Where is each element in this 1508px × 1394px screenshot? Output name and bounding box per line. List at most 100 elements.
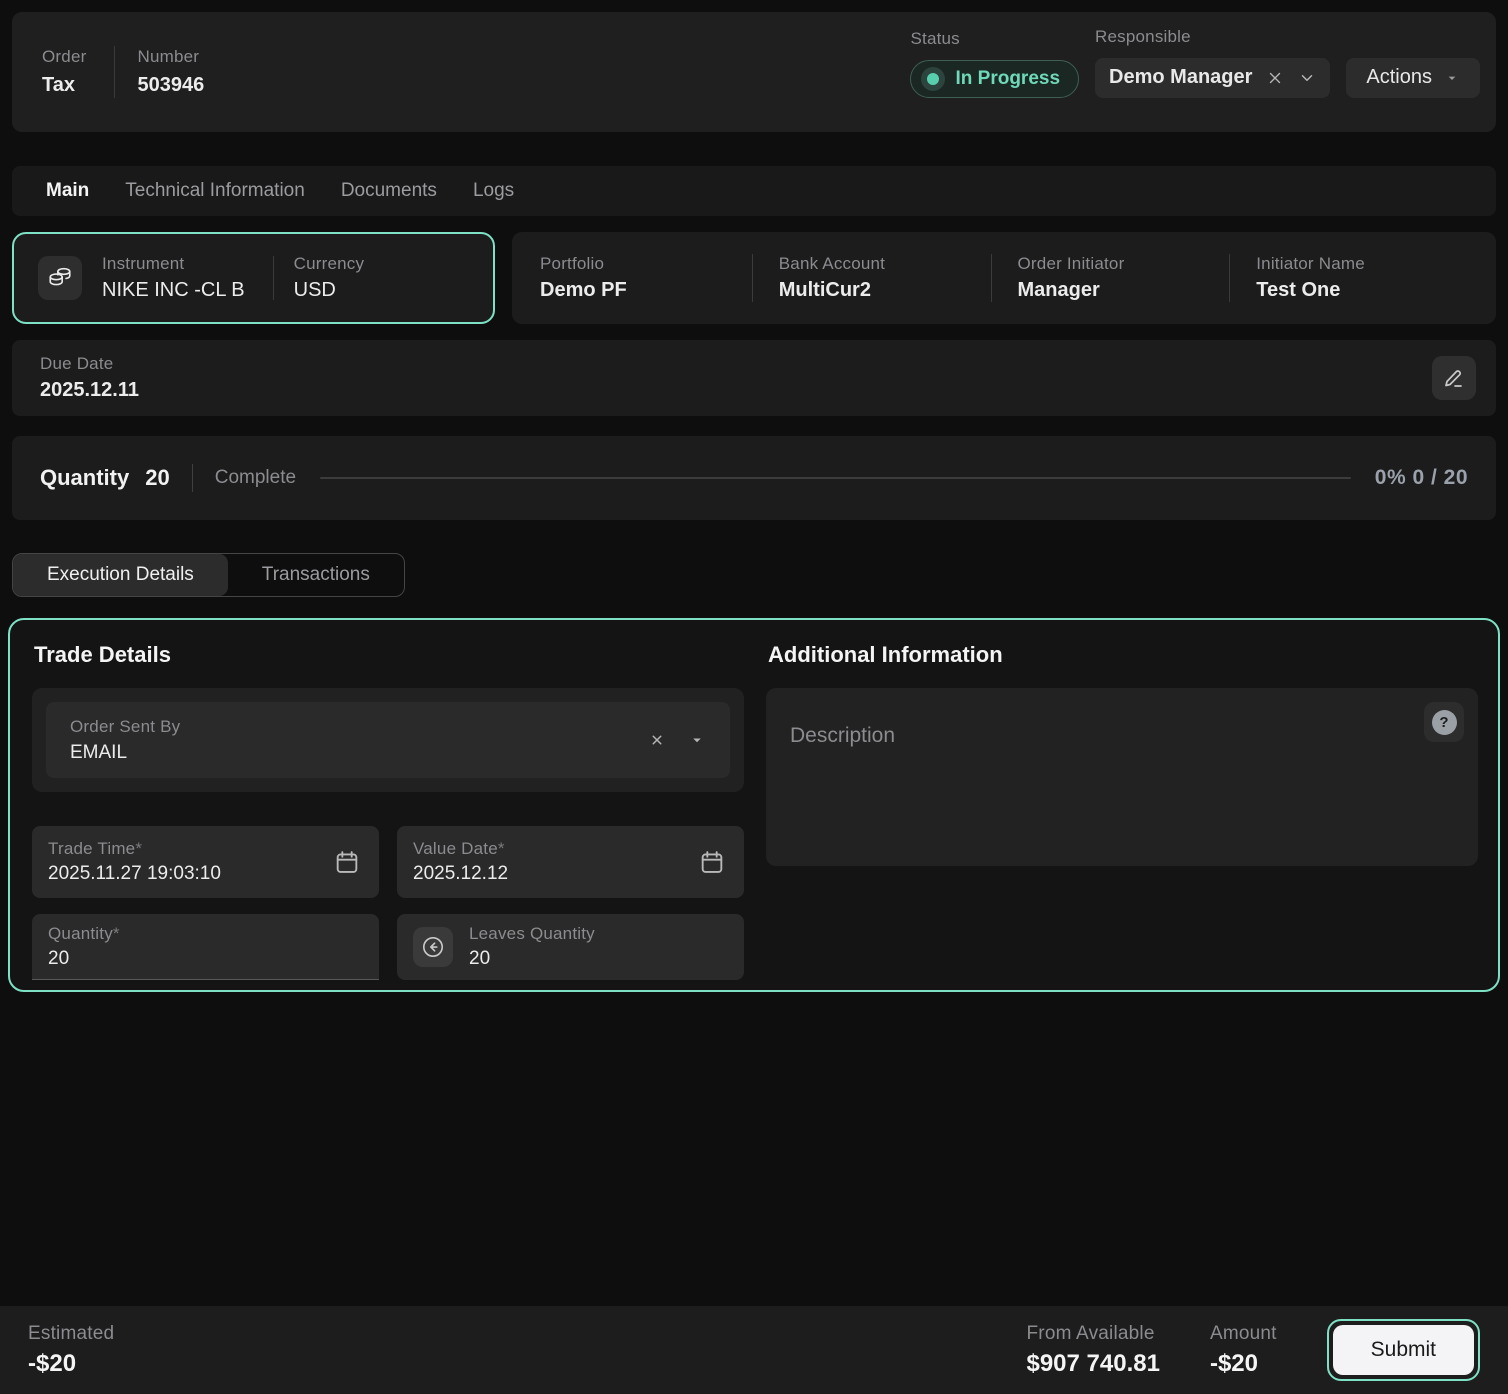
- due-date-value: 2025.12.11: [40, 379, 139, 402]
- quantity-input-field[interactable]: Quantity* 20: [32, 914, 379, 980]
- tab-logs[interactable]: Logs: [473, 180, 514, 202]
- bank-account-value: MultiCur2: [779, 279, 991, 302]
- subtab-execution-details[interactable]: Execution Details: [13, 554, 228, 596]
- responsible-value: Demo Manager: [1109, 66, 1252, 89]
- caret-down-icon[interactable]: [688, 731, 706, 749]
- currency-field: Currency USD: [294, 254, 365, 302]
- quantity-input-value: 20: [48, 948, 120, 970]
- additional-information-panel: Additional Information ?: [766, 632, 1478, 980]
- edit-due-date-button[interactable]: [1432, 356, 1476, 400]
- instrument-value: NIKE INC -CL B: [102, 279, 245, 302]
- status-dot-icon: [921, 67, 945, 91]
- order-header: Order Tax Number 503946 Status In Progre…: [12, 12, 1496, 132]
- arrow-left-circle-icon: [420, 934, 446, 960]
- calendar-icon[interactable]: [333, 848, 361, 876]
- status-badge: In Progress: [910, 60, 1079, 98]
- required-mark: *: [113, 924, 120, 943]
- responsible-group: Responsible Demo Manager: [1095, 27, 1330, 98]
- header-controls: Status In Progress Responsible Demo Mana…: [910, 27, 1480, 118]
- actions-label: Actions: [1366, 66, 1432, 89]
- from-available-field: From Available $907 740.81: [1026, 1323, 1159, 1378]
- chevron-down-icon[interactable]: [1298, 69, 1316, 87]
- order-number-group: Number 503946: [137, 47, 204, 97]
- progress-text: 0% 0 / 20: [1375, 466, 1468, 490]
- trade-fields-grid: Trade Time* 2025.11.27 19:03:10 Value Da…: [32, 826, 744, 980]
- order-initiator-field: Order Initiator Manager: [991, 254, 1230, 302]
- tab-documents[interactable]: Documents: [341, 180, 437, 202]
- subtab-transactions[interactable]: Transactions: [228, 554, 404, 596]
- clear-icon[interactable]: [648, 731, 666, 749]
- submit-button[interactable]: Submit: [1333, 1325, 1474, 1375]
- trade-details-title: Trade Details: [34, 642, 744, 668]
- pencil-icon: [1442, 366, 1466, 390]
- instrument-divider: [273, 256, 274, 300]
- quantity-progress-row: Quantity 20 Complete 0% 0 / 20: [12, 436, 1496, 520]
- instrument-card[interactable]: Instrument NIKE INC -CL B Currency USD: [12, 232, 495, 324]
- order-sent-by-label: Order Sent By: [70, 717, 180, 737]
- quantity-number: 20: [145, 465, 169, 491]
- required-mark: *: [498, 839, 505, 858]
- estimated-field: Estimated -$20: [28, 1323, 114, 1378]
- footer-right: From Available $907 740.81 Amount -$20 S…: [1026, 1319, 1480, 1381]
- order-sent-by-select[interactable]: Order Sent By EMAIL: [46, 702, 730, 778]
- instrument-field: Instrument NIKE INC -CL B: [102, 254, 245, 302]
- currency-value: USD: [294, 279, 365, 302]
- trade-details-panel: Trade Details Order Sent By EMAIL Trade …: [32, 632, 744, 980]
- description-input[interactable]: [766, 688, 1478, 866]
- trade-time-label: Trade Time: [48, 839, 135, 858]
- order-sent-by-group: Order Sent By EMAIL: [32, 688, 744, 792]
- main-tabbar: Main Technical Information Documents Log…: [12, 166, 1496, 216]
- currency-label: Currency: [294, 254, 365, 274]
- due-date-row: Due Date 2025.12.11: [12, 340, 1496, 416]
- number-value: 503946: [137, 74, 204, 97]
- question-icon: ?: [1432, 710, 1457, 735]
- initiator-name-value: Test One: [1256, 279, 1468, 302]
- trade-time-value: 2025.11.27 19:03:10: [48, 863, 221, 885]
- from-available-label: From Available: [1026, 1323, 1159, 1345]
- value-date-label: Value Date: [413, 839, 498, 858]
- portfolio-label: Portfolio: [540, 254, 752, 274]
- quantity-title: Quantity: [40, 465, 129, 491]
- submit-focus-ring: Submit: [1327, 1319, 1480, 1381]
- portfolio-field: Portfolio Demo PF: [540, 254, 752, 302]
- description-box: ?: [766, 688, 1478, 866]
- leaves-quantity-label: Leaves Quantity: [469, 924, 595, 944]
- order-info-card: Portfolio Demo PF Bank Account MultiCur2…: [512, 232, 1496, 324]
- help-button[interactable]: ?: [1424, 702, 1464, 742]
- bank-account-field: Bank Account MultiCur2: [752, 254, 991, 302]
- tab-technical-information[interactable]: Technical Information: [125, 180, 305, 202]
- order-label: Order: [42, 47, 86, 67]
- amount-value: -$20: [1210, 1350, 1277, 1378]
- required-mark: *: [135, 839, 142, 858]
- detail-subtabs: Execution Details Transactions: [12, 553, 405, 597]
- bank-account-label: Bank Account: [779, 254, 991, 274]
- responsible-label: Responsible: [1095, 27, 1330, 47]
- coins-icon: [38, 256, 82, 300]
- actions-button[interactable]: Actions: [1346, 58, 1480, 98]
- copy-leaves-quantity-button[interactable]: [413, 927, 453, 967]
- quantity-input-label: Quantity: [48, 924, 113, 943]
- due-date-label: Due Date: [40, 354, 139, 374]
- due-date-field: Due Date 2025.12.11: [40, 354, 139, 402]
- status-text: In Progress: [955, 68, 1060, 90]
- order-sent-by-value: EMAIL: [70, 742, 180, 764]
- header-divider: [114, 46, 115, 98]
- estimated-value: -$20: [28, 1350, 114, 1378]
- order-type-group: Order Tax: [42, 47, 86, 97]
- execution-details-container: Trade Details Order Sent By EMAIL Trade …: [8, 618, 1500, 992]
- quantity-divider: [192, 464, 193, 492]
- value-date-field[interactable]: Value Date* 2025.12.12: [397, 826, 744, 898]
- order-initiator-label: Order Initiator: [1018, 254, 1230, 274]
- portfolio-value: Demo PF: [540, 279, 752, 302]
- instrument-label: Instrument: [102, 254, 245, 274]
- calendar-icon[interactable]: [698, 848, 726, 876]
- responsible-select[interactable]: Demo Manager: [1095, 58, 1330, 98]
- tab-main[interactable]: Main: [46, 180, 89, 202]
- initiator-name-field: Initiator Name Test One: [1229, 254, 1468, 302]
- summary-footer: Estimated -$20 From Available $907 740.8…: [0, 1306, 1508, 1394]
- status-label: Status: [910, 29, 1079, 49]
- leaves-quantity-field: Leaves Quantity 20: [397, 914, 744, 980]
- clear-icon[interactable]: [1266, 69, 1284, 87]
- progress-bar: [320, 477, 1351, 479]
- trade-time-field[interactable]: Trade Time* 2025.11.27 19:03:10: [32, 826, 379, 898]
